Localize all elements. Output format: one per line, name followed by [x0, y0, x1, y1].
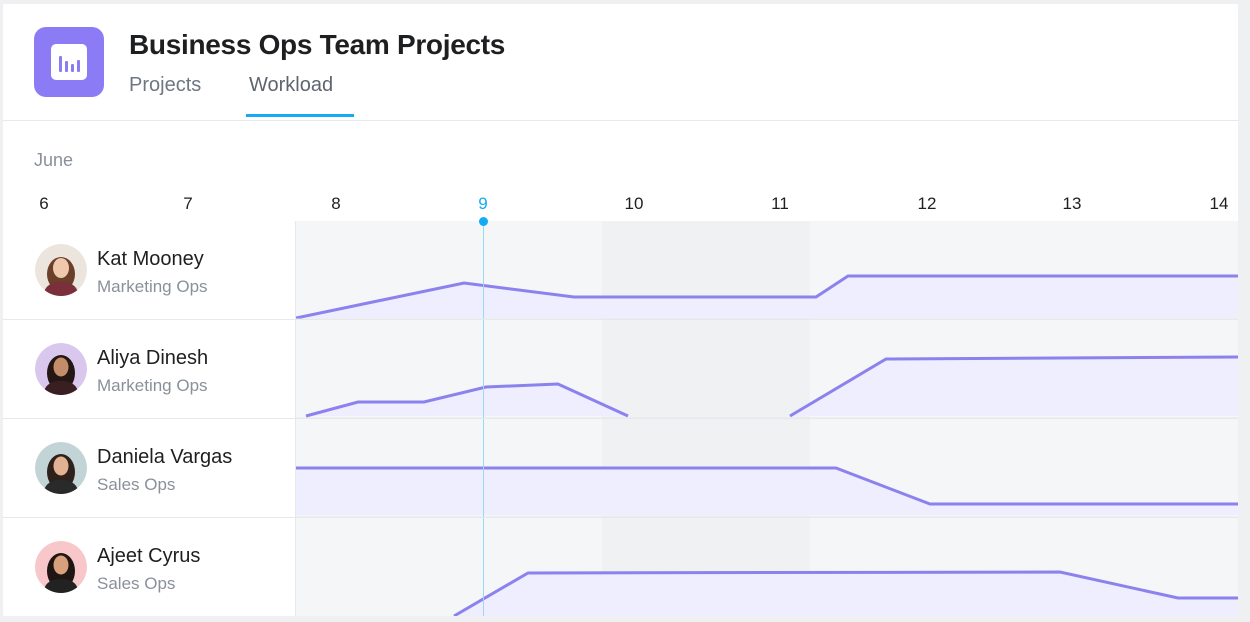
day-label: 10	[624, 194, 644, 213]
month-label: June	[34, 150, 74, 170]
tab-workload[interactable]: Workload	[249, 74, 333, 97]
person-name: Ajeet Cyrus	[97, 545, 201, 567]
avatar	[35, 244, 87, 296]
person-row[interactable]: Daniela Vargas Sales Ops	[3, 419, 1238, 518]
active-tab-indicator	[246, 114, 354, 117]
person-team: Sales Ops	[97, 475, 176, 494]
person-name: Kat Mooney	[97, 248, 204, 270]
person-row[interactable]: Ajeet Cyrus Sales Ops	[3, 518, 1238, 616]
day-label: 12	[917, 194, 937, 213]
person-info: Ajeet Cyrus Sales Ops	[3, 518, 296, 616]
person-row[interactable]: Aliya Dinesh Marketing Ops	[3, 320, 1238, 419]
person-team: Sales Ops	[97, 574, 176, 593]
page-title: Business Ops Team Projects	[129, 29, 506, 60]
day-label: 14	[1209, 194, 1229, 213]
person-info: Aliya Dinesh Marketing Ops	[3, 320, 296, 418]
person-row[interactable]: Kat Mooney Marketing Ops	[3, 221, 1238, 320]
avatar	[35, 442, 87, 494]
person-info: Kat Mooney Marketing Ops	[3, 221, 296, 319]
person-name: Daniela Vargas	[97, 446, 233, 468]
avatar	[35, 541, 87, 593]
person-team: Marketing Ops	[97, 376, 208, 395]
person-team: Marketing Ops	[97, 277, 208, 296]
avatar	[35, 343, 87, 395]
person-info: Daniela Vargas Sales Ops	[3, 419, 296, 517]
day-label-today: 9	[478, 194, 488, 213]
person-name: Aliya Dinesh	[97, 347, 209, 369]
workload-card: Business Ops Team Projects Projects Work…	[3, 4, 1238, 616]
day-label: 7	[183, 194, 193, 213]
day-label: 11	[771, 194, 789, 213]
day-label: 6	[39, 194, 49, 213]
project-header: Business Ops Team Projects Projects Work…	[3, 4, 1238, 121]
tab-projects[interactable]: Projects	[129, 74, 201, 97]
bar-chart-icon	[34, 27, 104, 97]
day-label: 13	[1062, 194, 1082, 213]
day-label: 8	[331, 194, 341, 213]
